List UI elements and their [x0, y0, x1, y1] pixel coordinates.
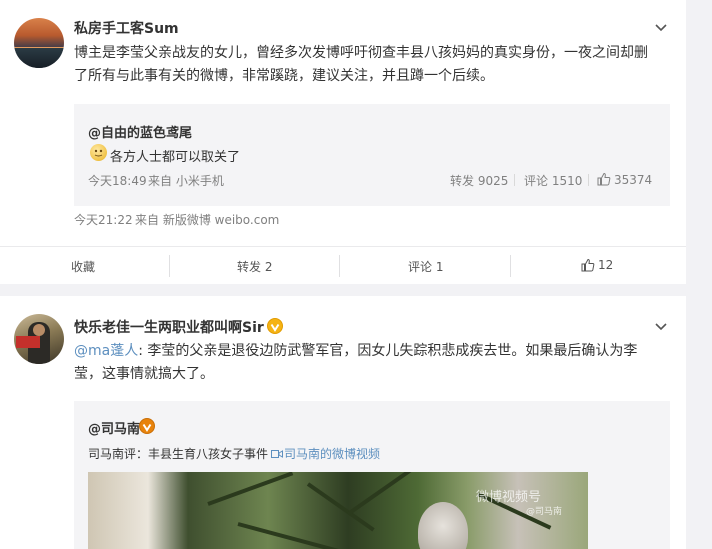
- video-subject: [418, 502, 468, 549]
- divider: [339, 255, 340, 277]
- video-watermark-sub: @司马南: [526, 507, 563, 517]
- quoted-post[interactable]: @自由的蓝色鸢尾 各方人士都可以取关了 今天18:49 来自 小米手机 转发 9…: [74, 104, 670, 206]
- mention-link[interactable]: @ma蓬人: [74, 343, 138, 359]
- quoted-comment-count[interactable]: 评论 1510: [524, 172, 582, 189]
- post-source: 来自 新版微博 weibo.com: [135, 213, 280, 227]
- post-author-name[interactable]: 快乐老佳一生两职业都叫啊Sir: [74, 317, 264, 337]
- emoji-icon: [90, 144, 107, 161]
- quoted-text: 司马南评：丰县生育八孩女子事件 司马南的微博视频: [88, 447, 381, 461]
- weibo-post-card: 私房手工客Sum 博主是李莹父亲战友的女儿，曾经多次发博呼吁彻查丰县八孩妈妈的真…: [0, 0, 686, 284]
- avatar[interactable]: [14, 314, 64, 364]
- quoted-author[interactable]: @自由的蓝色鸢尾: [88, 122, 192, 141]
- quoted-source: 来自 小米手机: [148, 174, 224, 188]
- chevron-down-icon[interactable]: [654, 320, 668, 334]
- verified-badge-icon[interactable]: [267, 318, 283, 334]
- post-text: @ma蓬人: 李莹的父亲是退役边防武警军官，因女儿失踪积悲成疾去世。如果最后确认…: [74, 343, 638, 382]
- video-watermark: 微博视频号: [476, 490, 542, 505]
- video-link[interactable]: 司马南的微博视频: [284, 447, 380, 461]
- divider: [510, 255, 511, 277]
- avatar[interactable]: [14, 18, 64, 68]
- thumbs-up-icon[interactable]: [597, 172, 611, 186]
- comment-button[interactable]: 评论 1: [408, 258, 443, 275]
- divider: [169, 255, 170, 277]
- quoted-like-count[interactable]: 35374: [614, 173, 652, 187]
- chevron-down-icon[interactable]: [654, 21, 668, 35]
- video-link-icon: [271, 450, 284, 458]
- video-player[interactable]: 微博视频号 @司马南: [88, 472, 588, 549]
- post-author-name[interactable]: 私房手工客Sum: [74, 18, 179, 38]
- action-bar: 收藏 转发 2 评论 1 12: [0, 246, 686, 285]
- quoted-text: 各方人士都可以取关了: [110, 150, 241, 165]
- repost-button[interactable]: 转发 2: [237, 258, 272, 275]
- post-time[interactable]: 今天21:22: [74, 211, 133, 228]
- like-count[interactable]: 12: [598, 258, 613, 272]
- divider: [514, 174, 515, 186]
- page-scroll-track[interactable]: [686, 0, 712, 549]
- quoted-repost-count[interactable]: 转发 9025: [450, 172, 508, 189]
- quoted-author[interactable]: @司马南: [88, 418, 140, 437]
- quoted-time[interactable]: 今天18:49: [88, 172, 147, 189]
- favorite-button[interactable]: 收藏: [71, 258, 95, 275]
- verified-badge-icon[interactable]: [139, 418, 155, 434]
- thumbs-up-icon[interactable]: [581, 258, 595, 272]
- post-text: 博主是李莹父亲战友的女儿，曾经多次发博呼吁彻查丰县八孩妈妈的真实身份，一夜之间却…: [74, 45, 648, 84]
- divider: [588, 174, 589, 186]
